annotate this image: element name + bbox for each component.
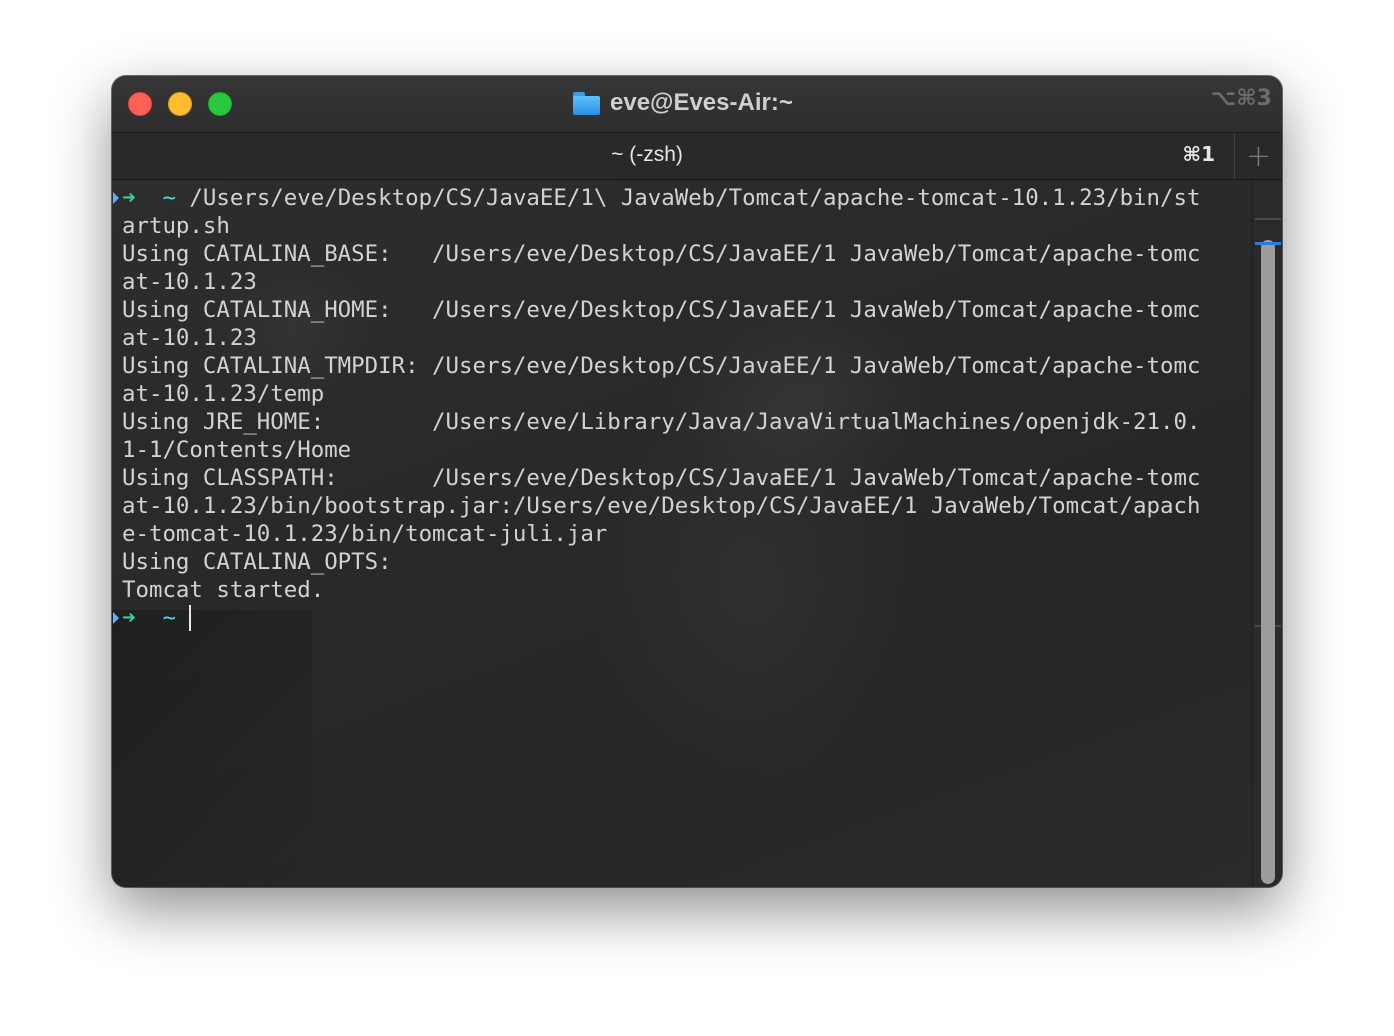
output-line: Tomcat started. (122, 577, 325, 603)
output-line: artup.sh (122, 213, 230, 239)
prompt-directory: ~ (162, 605, 176, 631)
window-title-group: eve@Eves-Air:~ (572, 88, 793, 118)
title-bar: eve@Eves-Air:~ ⌥⌘3 (112, 76, 1282, 132)
output-line: Using CATALINA_HOME: /Users/eve/Desktop/… (122, 297, 1201, 323)
output-line: Using CATALINA_TMPDIR: /Users/eve/Deskto… (122, 353, 1201, 379)
output-line: 1-1/Contents/Home (122, 437, 352, 463)
plus-icon: + (1245, 138, 1272, 174)
output-line: Using CATALINA_BASE: /Users/eve/Desktop/… (122, 241, 1201, 267)
prompt-arrow-icon: ➜ (122, 185, 136, 211)
prompt-arrow-icon: ➜ (122, 605, 136, 631)
tab-zsh[interactable]: ~ (-zsh) ⌘1 (112, 133, 1233, 179)
output-line: Using CATALINA_OPTS: (122, 549, 392, 575)
output-line: at-10.1.23/bin/bootstrap.jar:/Users/eve/… (122, 493, 1201, 519)
tab-shortcut: ⌘1 (1182, 142, 1215, 166)
output-line: at-10.1.23/temp (122, 381, 325, 407)
command-text: /Users/eve/Desktop/CS/JavaEE/1\ JavaWeb/… (189, 185, 1201, 211)
terminal-lines: ➜ ~ /Users/eve/Desktop/CS/JavaEE/1\ Java… (112, 184, 1252, 632)
folder-icon (572, 91, 600, 115)
output-line: e-tomcat-10.1.23/bin/tomcat-juli.jar (122, 521, 608, 547)
minimize-button[interactable] (168, 92, 192, 116)
current-prompt-line[interactable]: ➜ ~ (112, 604, 1252, 632)
scroll-position-marker (1255, 242, 1281, 245)
tab-label: ~ (-zsh) (611, 143, 683, 166)
new-tab-button[interactable]: + (1234, 133, 1282, 179)
output-line: at-10.1.23 (122, 269, 257, 295)
window-title: eve@Eves-Air:~ (610, 89, 793, 116)
terminal-output[interactable]: ➜ ~ /Users/eve/Desktop/CS/JavaEE/1\ Java… (112, 180, 1282, 887)
output-line: at-10.1.23 (122, 325, 257, 351)
scrollbar-thumb[interactable] (1261, 240, 1275, 884)
prompt-directory: ~ (162, 185, 176, 211)
terminal-window: eve@Eves-Air:~ ⌥⌘3 ~ (-zsh) ⌘1 + ➜ ~ /Us… (112, 76, 1282, 887)
output-line: Using CLASSPATH: /Users/eve/Desktop/CS/J… (122, 465, 1201, 491)
text-cursor (189, 605, 192, 631)
prompt-marker-icon (113, 612, 119, 624)
output-line: Using JRE_HOME: /Users/eve/Library/Java/… (122, 409, 1201, 435)
prompt-marker-icon (113, 192, 119, 204)
scrollbar[interactable] (1252, 180, 1282, 887)
window-shortcut: ⌥⌘3 (1210, 86, 1272, 111)
command-line: ➜ ~ /Users/eve/Desktop/CS/JavaEE/1\ Java… (112, 184, 1252, 212)
tab-bar: ~ (-zsh) ⌘1 + (112, 132, 1282, 180)
zoom-button[interactable] (208, 92, 232, 116)
close-button[interactable] (128, 92, 152, 116)
